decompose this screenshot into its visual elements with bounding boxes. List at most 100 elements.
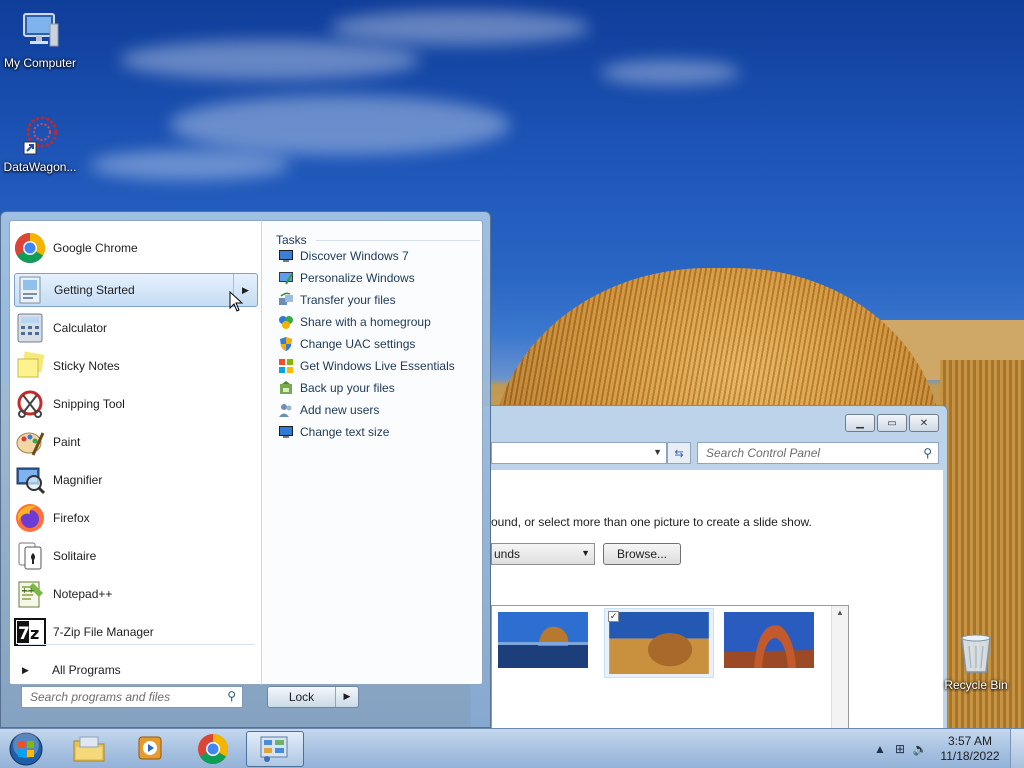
control-panel-content: ound, or select more than one picture to… — [491, 470, 943, 728]
taskbar-chrome[interactable] — [184, 731, 242, 767]
chevron-down-icon[interactable]: ▼ — [653, 447, 662, 457]
close-button[interactable]: ✕ — [909, 414, 939, 432]
start-item-paint[interactable]: Paint — [14, 425, 258, 459]
window-caption-buttons: ▁ ▭ ✕ — [845, 414, 939, 432]
datawagon-shortcut-icon — [23, 116, 58, 155]
firefox-icon — [14, 502, 46, 534]
start-item-label: Google Chrome — [53, 241, 138, 255]
search-icon[interactable]: ⚲ — [923, 446, 932, 460]
thumbnail-hay-bale[interactable]: ✓ — [604, 608, 714, 678]
start-item-label: Sticky Notes — [53, 359, 120, 373]
search-icon[interactable]: ⚲ — [227, 689, 236, 703]
tasks-divider — [316, 240, 480, 241]
task-share-homegroup[interactable]: Share with a homegroup — [278, 311, 431, 333]
volume-icon[interactable]: 🔈 — [910, 742, 930, 756]
control-panel-icon — [260, 736, 288, 762]
start-menu-programs-pane: Google Chrome Getting Started ▶ Calculat… — [9, 220, 261, 685]
background-gallery: ✓ ▲ — [491, 605, 849, 728]
show-desktop-button[interactable] — [1010, 729, 1024, 768]
calculator-icon — [14, 312, 46, 344]
text-size-icon — [278, 424, 294, 440]
start-button[interactable] — [6, 730, 46, 768]
task-label: Transfer your files — [300, 293, 396, 307]
taskbar-control-panel[interactable] — [246, 731, 304, 767]
task-discover-windows[interactable]: Discover Windows 7 — [278, 245, 409, 267]
start-item-sticky-notes[interactable]: Sticky Notes — [14, 349, 258, 383]
folder-icon — [73, 736, 105, 762]
thumbnail-arch[interactable] — [724, 612, 814, 668]
taskbar-explorer[interactable] — [60, 731, 118, 767]
chrome-icon — [14, 232, 46, 264]
arch-image — [724, 612, 814, 668]
task-label: Get Windows Live Essentials — [300, 359, 455, 373]
start-menu: Google Chrome Getting Started ▶ Calculat… — [0, 211, 491, 728]
lock-button-group: Lock ▶ — [267, 686, 359, 708]
hay-bale-image — [609, 612, 709, 674]
transfer-icon — [278, 292, 294, 308]
homegroup-icon — [278, 314, 294, 330]
search-placeholder: Search Control Panel — [706, 446, 821, 460]
task-back-up-files[interactable]: Back up your files — [278, 377, 395, 399]
users-icon — [278, 402, 294, 418]
refresh-button[interactable]: ⇆ — [667, 442, 691, 464]
recycle-bin-icon — [961, 634, 991, 673]
maximize-button[interactable]: ▭ — [877, 414, 907, 432]
all-programs-button[interactable]: ▶ All Programs — [18, 659, 254, 681]
power-options-arrow[interactable]: ▶ — [336, 687, 358, 707]
show-hidden-icons-button[interactable]: ▲ — [870, 742, 890, 756]
start-item-label: Firefox — [53, 511, 90, 525]
start-item-getting-started[interactable]: Getting Started ▶ — [14, 273, 258, 307]
address-bar[interactable]: ▼ — [491, 442, 667, 464]
instruction-text: ound, or select more than one picture to… — [491, 515, 812, 529]
start-item-notepadpp[interactable]: ++ Notepad++ — [14, 577, 258, 611]
getting-started-icon — [15, 274, 47, 306]
taskbar: ▲ ⊞ 🔈 3:57 AM 11/18/2022 — [0, 728, 1024, 768]
start-item-magnifier[interactable]: Magnifier — [14, 463, 258, 497]
network-icon[interactable]: ⊞ — [890, 742, 910, 756]
lock-button[interactable]: Lock — [268, 687, 336, 707]
thumbnail-rock-lake[interactable] — [498, 612, 588, 668]
clock-date: 11/18/2022 — [940, 749, 1000, 763]
task-label: Change UAC settings — [300, 337, 416, 351]
task-label: Discover Windows 7 — [300, 249, 409, 263]
svg-text:7: 7 — [18, 624, 30, 644]
close-icon: ✕ — [919, 417, 929, 429]
task-add-users[interactable]: Add new users — [278, 399, 379, 421]
start-item-firefox[interactable]: Firefox — [14, 501, 258, 535]
desktop-icon-label: DataWagon... — [3, 160, 77, 174]
control-panel-window[interactable]: ▁ ▭ ✕ ▼ ⇆ Search Control Panel ⚲ ound, o… — [470, 405, 948, 728]
magnifier-icon — [14, 464, 46, 496]
task-label: Share with a homegroup — [300, 315, 431, 329]
svg-text:z: z — [30, 624, 39, 643]
scroll-up-icon[interactable]: ▲ — [836, 608, 844, 617]
task-personalize-windows[interactable]: Personalize Windows — [278, 267, 415, 289]
maximize-icon: ▭ — [887, 417, 897, 429]
gallery-scrollbar[interactable]: ▲ — [831, 606, 848, 728]
thumbnail-checkbox[interactable]: ✓ — [608, 611, 619, 622]
start-item-google-chrome[interactable]: Google Chrome — [14, 231, 258, 265]
start-item-snipping-tool[interactable]: Snipping Tool — [14, 387, 258, 421]
desktop-icon-recycle-bin[interactable]: Recycle Bin — [936, 630, 1016, 692]
start-item-calculator[interactable]: Calculator — [14, 311, 258, 345]
taskbar-media-player[interactable] — [122, 731, 180, 767]
desktop-icon-my-computer[interactable]: My Computer — [0, 8, 80, 70]
browse-button[interactable]: Browse... — [603, 543, 681, 565]
task-windows-live[interactable]: Get Windows Live Essentials — [278, 355, 455, 377]
search-control-panel-input[interactable]: Search Control Panel ⚲ — [697, 442, 939, 464]
start-search-placeholder: Search programs and files — [30, 690, 171, 704]
task-change-text-size[interactable]: Change text size — [278, 421, 389, 443]
task-transfer-files[interactable]: Transfer your files — [278, 289, 396, 311]
mouse-cursor-icon — [229, 291, 244, 312]
clock[interactable]: 3:57 AM 11/18/2022 — [930, 734, 1010, 764]
snipping-tool-icon — [14, 388, 46, 420]
picture-location-select[interactable]: unds ▼ — [491, 543, 595, 565]
minimize-button[interactable]: ▁ — [845, 414, 875, 432]
clock-time: 3:57 AM — [947, 734, 993, 748]
start-item-label: Calculator — [53, 321, 108, 335]
uac-shield-icon — [278, 336, 294, 352]
start-search-input[interactable]: Search programs and files ⚲ — [21, 686, 243, 708]
refresh-icon: ⇆ — [674, 447, 684, 460]
desktop-icon-datawagon[interactable]: DataWagon... — [0, 112, 80, 174]
start-item-solitaire[interactable]: Solitaire — [14, 539, 258, 573]
task-change-uac[interactable]: Change UAC settings — [278, 333, 415, 355]
